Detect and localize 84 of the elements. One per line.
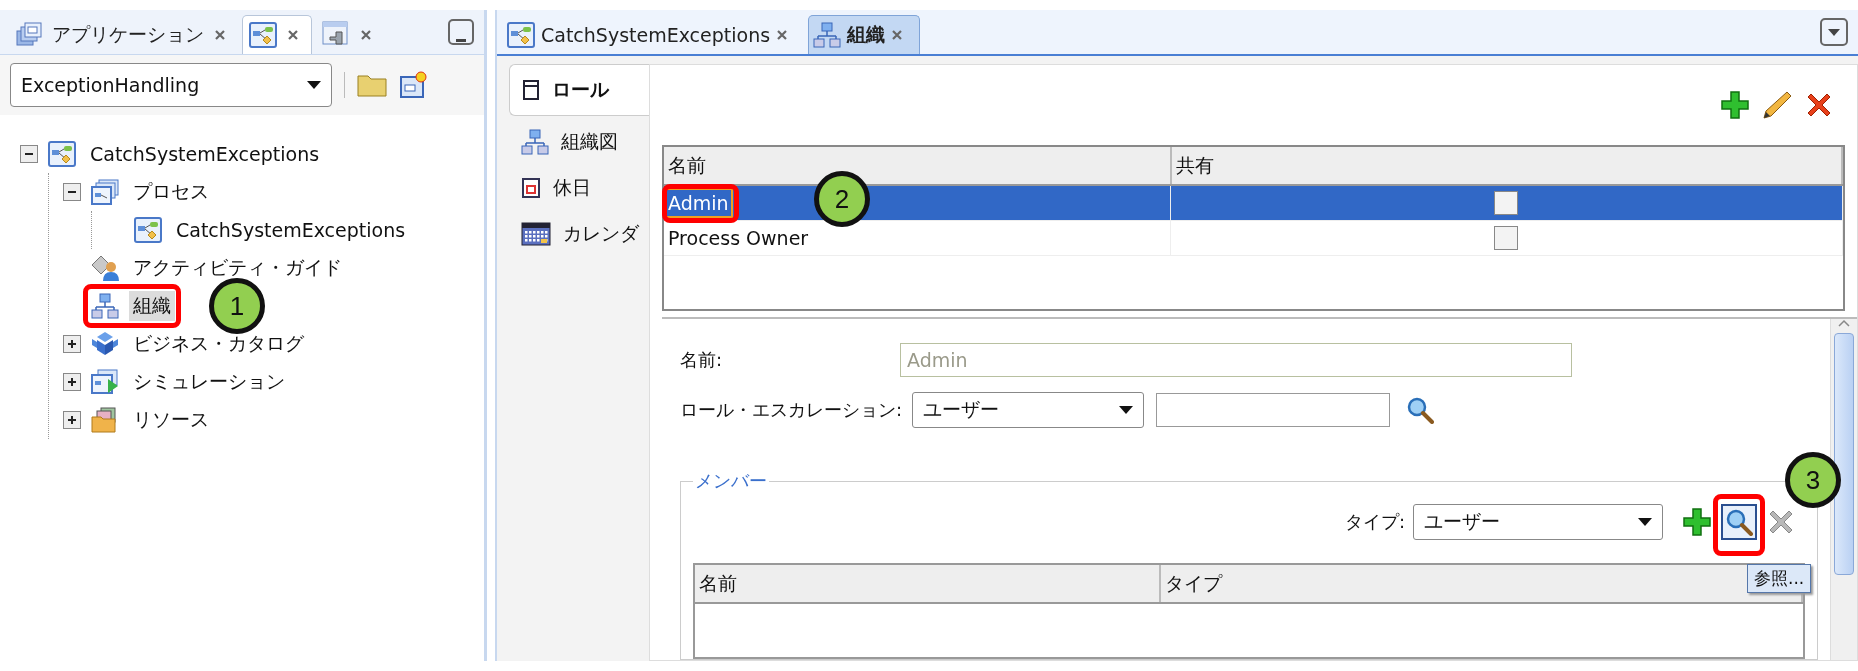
window-icon xyxy=(522,79,540,101)
side-tab[interactable]: ロール xyxy=(509,64,649,116)
cubes-icon xyxy=(91,331,119,357)
scrollbar[interactable] xyxy=(1830,319,1857,660)
new-item-button[interactable] xyxy=(399,71,427,99)
tree-item[interactable]: プロセス xyxy=(129,177,213,207)
close-icon xyxy=(214,29,226,41)
add-member-button[interactable] xyxy=(1681,506,1713,538)
checkbox[interactable] xyxy=(1494,226,1519,251)
scrollbar-thumb[interactable] xyxy=(1834,333,1854,575)
tree-item[interactable]: CatchSystemExceptions xyxy=(172,217,410,243)
caret-icon xyxy=(307,81,321,89)
column-header[interactable]: 名前 xyxy=(664,147,1171,185)
diagram-icon xyxy=(48,141,76,167)
caret-icon xyxy=(1828,28,1840,36)
column-header[interactable]: 共有 xyxy=(1170,147,1842,185)
search-icon xyxy=(1725,508,1753,536)
org-chart-icon xyxy=(91,293,119,319)
close-icon xyxy=(776,29,789,41)
field-label: タイプ: xyxy=(1344,510,1405,534)
highlight-frame xyxy=(1713,494,1765,556)
diagram-icon xyxy=(249,22,277,48)
collapse-toggle[interactable] xyxy=(63,183,81,201)
tree-item[interactable]: リソース xyxy=(129,405,213,435)
type-dropdown[interactable]: ユーザー xyxy=(1413,504,1663,540)
step-number-badge: 1 xyxy=(209,278,265,334)
calendar-page-icon xyxy=(521,177,541,199)
folder-stack-icon xyxy=(91,407,119,433)
diagram-icon xyxy=(134,217,162,243)
person-diamond-icon xyxy=(91,254,119,282)
calendar-icon xyxy=(521,222,551,246)
scroll-up-icon xyxy=(1838,319,1850,327)
field-label: 名前: xyxy=(680,348,724,372)
table-row[interactable]: Process Owner xyxy=(664,220,1842,256)
org-chart-icon xyxy=(813,22,842,48)
project-dropdown[interactable]: ExceptionHandling xyxy=(10,63,332,107)
caret-icon xyxy=(1638,518,1652,526)
close-icon xyxy=(891,29,904,41)
column-header[interactable]: 名前 xyxy=(695,565,1160,603)
diagram-icon xyxy=(507,22,535,48)
tree-item[interactable]: シミュレーション xyxy=(129,367,289,397)
add-icon xyxy=(1681,506,1713,538)
field-label: ロール・エスカレーション: xyxy=(680,398,904,422)
stacked-diagrams-icon xyxy=(91,179,119,205)
group-label: メンバー xyxy=(694,469,768,493)
windows-icon xyxy=(16,22,42,48)
search-icon xyxy=(1406,396,1435,424)
tree-item[interactable]: CatchSystemExceptions xyxy=(86,141,324,167)
close-icon xyxy=(360,29,372,41)
add-button[interactable] xyxy=(1719,89,1751,121)
editor-tab[interactable]: 組織 xyxy=(808,15,921,54)
browse-button[interactable] xyxy=(1721,504,1757,540)
plus-icon xyxy=(67,339,77,349)
tooltip: 参照... xyxy=(1747,564,1812,593)
escalation-dropdown[interactable]: ユーザー xyxy=(912,392,1145,428)
minimize-button[interactable] xyxy=(448,19,474,45)
search-button[interactable] xyxy=(1406,396,1435,424)
editor-tab[interactable]: CatchSystemExceptions xyxy=(503,16,805,54)
pencil-icon xyxy=(1761,89,1793,121)
add-icon xyxy=(1719,89,1751,121)
new-window-icon xyxy=(399,71,427,99)
tab-list-button[interactable] xyxy=(1820,18,1848,46)
expand-toggle[interactable] xyxy=(63,335,81,353)
side-tab[interactable]: 組織図 xyxy=(509,122,649,162)
side-tab[interactable]: カレンダ xyxy=(509,214,649,254)
folder-icon xyxy=(357,73,387,97)
side-tab[interactable]: 休日 xyxy=(509,168,649,208)
panel-tab[interactable] xyxy=(242,15,312,54)
step-number-badge: 3 xyxy=(1785,452,1841,508)
diagram-play-icon xyxy=(91,369,119,395)
close-icon xyxy=(287,29,299,41)
edit-button[interactable] xyxy=(1761,89,1793,121)
minimize-icon xyxy=(456,39,466,43)
checkbox[interactable] xyxy=(1494,191,1519,216)
escalation-field[interactable] xyxy=(1156,393,1391,427)
expand-toggle[interactable] xyxy=(63,373,81,391)
org-chart-icon xyxy=(521,129,549,155)
plus-icon xyxy=(67,377,77,387)
collapse-toggle[interactable] xyxy=(20,145,38,163)
tree-item[interactable]: 組織 xyxy=(129,291,175,321)
caret-icon xyxy=(1119,406,1134,414)
expand-toggle[interactable] xyxy=(63,411,81,429)
plus-icon xyxy=(67,415,77,425)
table-cell: Process Owner xyxy=(668,227,809,249)
